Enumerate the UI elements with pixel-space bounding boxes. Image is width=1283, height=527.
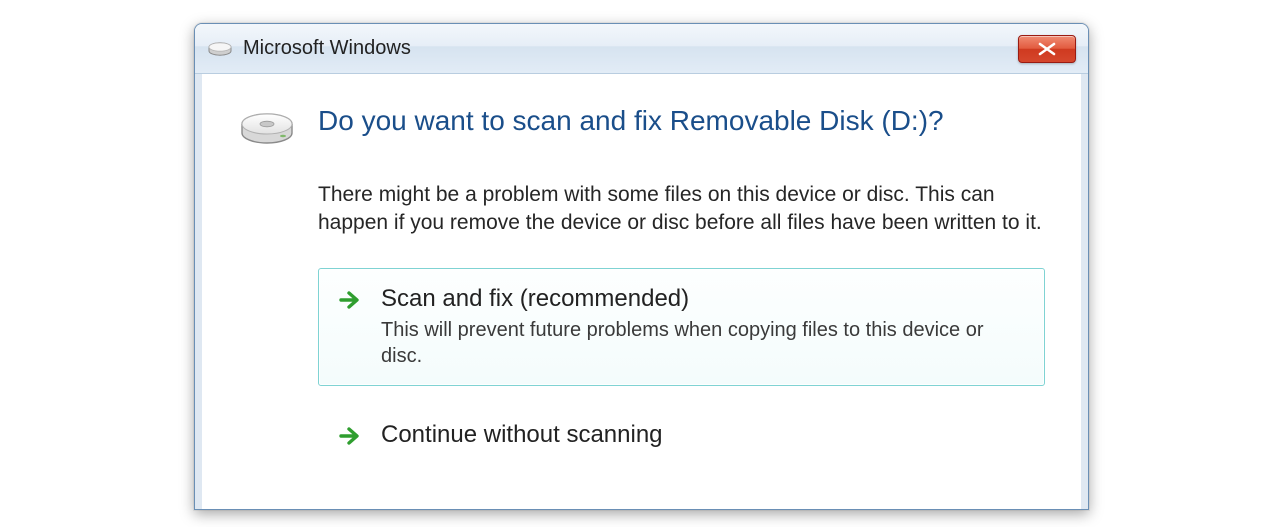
close-icon (1037, 42, 1057, 56)
dialog-window: Microsoft Windows (194, 23, 1089, 510)
heading-row: Do you want to scan and fix Removable Di… (238, 104, 1045, 157)
close-button[interactable] (1018, 35, 1076, 63)
option-title: Continue without scanning (381, 421, 663, 449)
option-subtitle: This will prevent future problems when c… (381, 317, 1024, 369)
drive-icon (207, 39, 233, 59)
option-title: Scan and fix (recommended) (381, 285, 1024, 313)
option-continue-without-scanning[interactable]: Continue without scanning (318, 404, 1045, 469)
disk-icon (238, 108, 296, 157)
option-text: Continue without scanning (381, 421, 663, 449)
arrow-icon (339, 425, 363, 452)
option-text: Scan and fix (recommended) This will pre… (381, 285, 1024, 369)
dialog-heading: Do you want to scan and fix Removable Di… (318, 104, 944, 138)
dialog-description: There might be a problem with some files… (318, 181, 1045, 238)
option-scan-and-fix[interactable]: Scan and fix (recommended) This will pre… (318, 268, 1045, 386)
options-list: Scan and fix (recommended) This will pre… (318, 268, 1045, 469)
dialog-body: Do you want to scan and fix Removable Di… (195, 74, 1088, 509)
arrow-icon (339, 289, 363, 316)
dialog-title: Microsoft Windows (243, 37, 1018, 60)
titlebar[interactable]: Microsoft Windows (195, 24, 1088, 74)
